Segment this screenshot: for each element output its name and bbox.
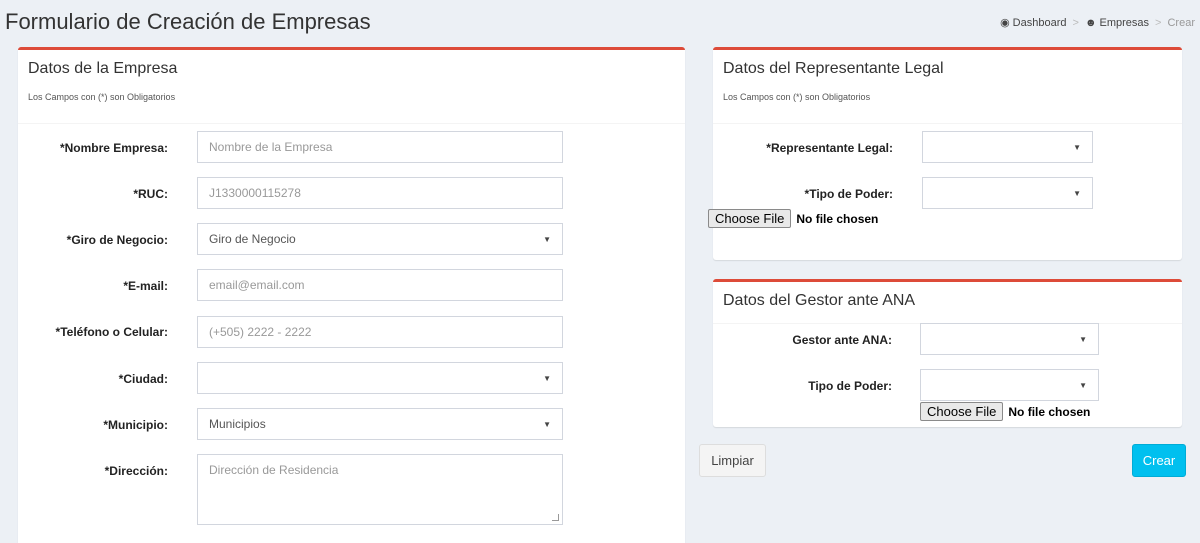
breadcrumb-crear: Crear	[1167, 16, 1195, 29]
tipo-poder-select[interactable]: ▼	[922, 177, 1093, 209]
caret-down-icon: ▼	[543, 373, 551, 383]
breadcrumb: ◉ Dashboard > ☻ Empresas > Crear	[1000, 16, 1195, 30]
email-input[interactable]: email@email.com	[197, 269, 563, 301]
caret-down-icon: ▼	[1073, 142, 1081, 152]
telefono-placeholder: (+505) 2222 - 2222	[209, 325, 312, 339]
caret-down-icon: ▼	[1079, 380, 1087, 390]
empresa-panel-header: Datos de la Empresa Los Campos con (*) s…	[18, 50, 685, 124]
representante-panel-header: Datos del Representante Legal Los Campos…	[713, 50, 1182, 124]
empresa-panel-title: Datos de la Empresa	[28, 60, 178, 77]
required-note: Los Campos con (*) son Obligatorios	[28, 92, 176, 102]
email-placeholder: email@email.com	[209, 278, 305, 292]
giro-label: *Giro de Negocio:	[66, 233, 168, 247]
representante-file-input[interactable]: Choose File No file chosen	[708, 209, 878, 228]
breadcrumb-empresas[interactable]: Empresas	[1100, 17, 1150, 29]
resize-handle-icon[interactable]	[552, 514, 559, 521]
nombre-empresa-label: *Nombre Empresa:	[59, 141, 168, 155]
giro-select[interactable]: Giro de Negocio ▼	[197, 223, 563, 255]
required-note: Los Campos con (*) son Obligatorios	[723, 92, 871, 102]
breadcrumb-separator: >	[1155, 16, 1162, 29]
telefono-label: *Teléfono o Celular:	[55, 325, 168, 339]
file-status: No file chosen	[796, 211, 879, 226]
municipio-label: *Municipio:	[103, 418, 168, 432]
telefono-input[interactable]: (+505) 2222 - 2222	[197, 316, 563, 348]
ruc-input[interactable]: J1330000115278	[197, 177, 563, 209]
direccion-placeholder: Dirección de Residencia	[209, 463, 339, 477]
gestor-tipo-poder-label: Tipo de Poder:	[808, 379, 892, 393]
ruc-label: *RUC:	[133, 187, 168, 201]
caret-down-icon: ▼	[1079, 334, 1087, 344]
breadcrumb-separator: >	[1072, 16, 1079, 29]
gestor-label: Gestor ante ANA:	[792, 333, 892, 347]
representante-select[interactable]: ▼	[922, 131, 1093, 163]
caret-down-icon: ▼	[1073, 188, 1081, 198]
ciudad-label: *Ciudad:	[118, 372, 168, 386]
caret-down-icon: ▼	[543, 234, 551, 244]
breadcrumb-dashboard[interactable]: Dashboard	[1013, 17, 1067, 29]
ruc-placeholder: J1330000115278	[209, 186, 301, 200]
crear-button[interactable]: Crear	[1132, 444, 1186, 477]
caret-down-icon: ▼	[543, 419, 551, 429]
representante-label: *Representante Legal:	[766, 141, 893, 155]
nombre-empresa-input[interactable]: Nombre de la Empresa	[197, 131, 563, 163]
gestor-panel: Datos del Gestor ante ANA Gestor ante AN…	[713, 279, 1182, 427]
page-title: Formulario de Creación de Empresas	[5, 9, 371, 34]
file-status: No file chosen	[1008, 404, 1091, 419]
representante-panel: Datos del Representante Legal Los Campos…	[713, 47, 1182, 260]
dashboard-icon: ◉	[1000, 17, 1010, 29]
representante-panel-title: Datos del Representante Legal	[723, 60, 944, 77]
giro-value: Giro de Negocio	[209, 232, 296, 246]
ciudad-select[interactable]: ▼	[197, 362, 563, 394]
direccion-textarea[interactable]: Dirección de Residencia	[197, 454, 563, 525]
nombre-empresa-placeholder: Nombre de la Empresa	[209, 140, 333, 154]
choose-file-button[interactable]: Choose File	[708, 209, 792, 228]
gestor-file-input[interactable]: Choose File No file chosen	[920, 402, 1090, 421]
empresa-panel: Datos de la Empresa Los Campos con (*) s…	[18, 47, 685, 543]
page-header: Formulario de Creación de Empresas ◉ Das…	[0, 0, 1200, 46]
municipio-select[interactable]: Municipios ▼	[197, 408, 563, 440]
choose-file-button[interactable]: Choose File	[920, 402, 1004, 421]
gestor-panel-title: Datos del Gestor ante ANA	[723, 292, 916, 309]
gestor-tipo-poder-select[interactable]: ▼	[920, 369, 1099, 401]
tipo-poder-label: *Tipo de Poder:	[804, 187, 893, 201]
gestor-panel-header: Datos del Gestor ante ANA	[713, 282, 1182, 324]
limpiar-button[interactable]: Limpiar	[699, 444, 766, 477]
users-icon: ☻	[1084, 16, 1097, 29]
municipio-value: Municipios	[209, 417, 266, 431]
gestor-select[interactable]: ▼	[920, 323, 1099, 355]
email-label: *E-mail:	[123, 279, 168, 293]
direccion-label: *Dirección:	[104, 464, 168, 478]
